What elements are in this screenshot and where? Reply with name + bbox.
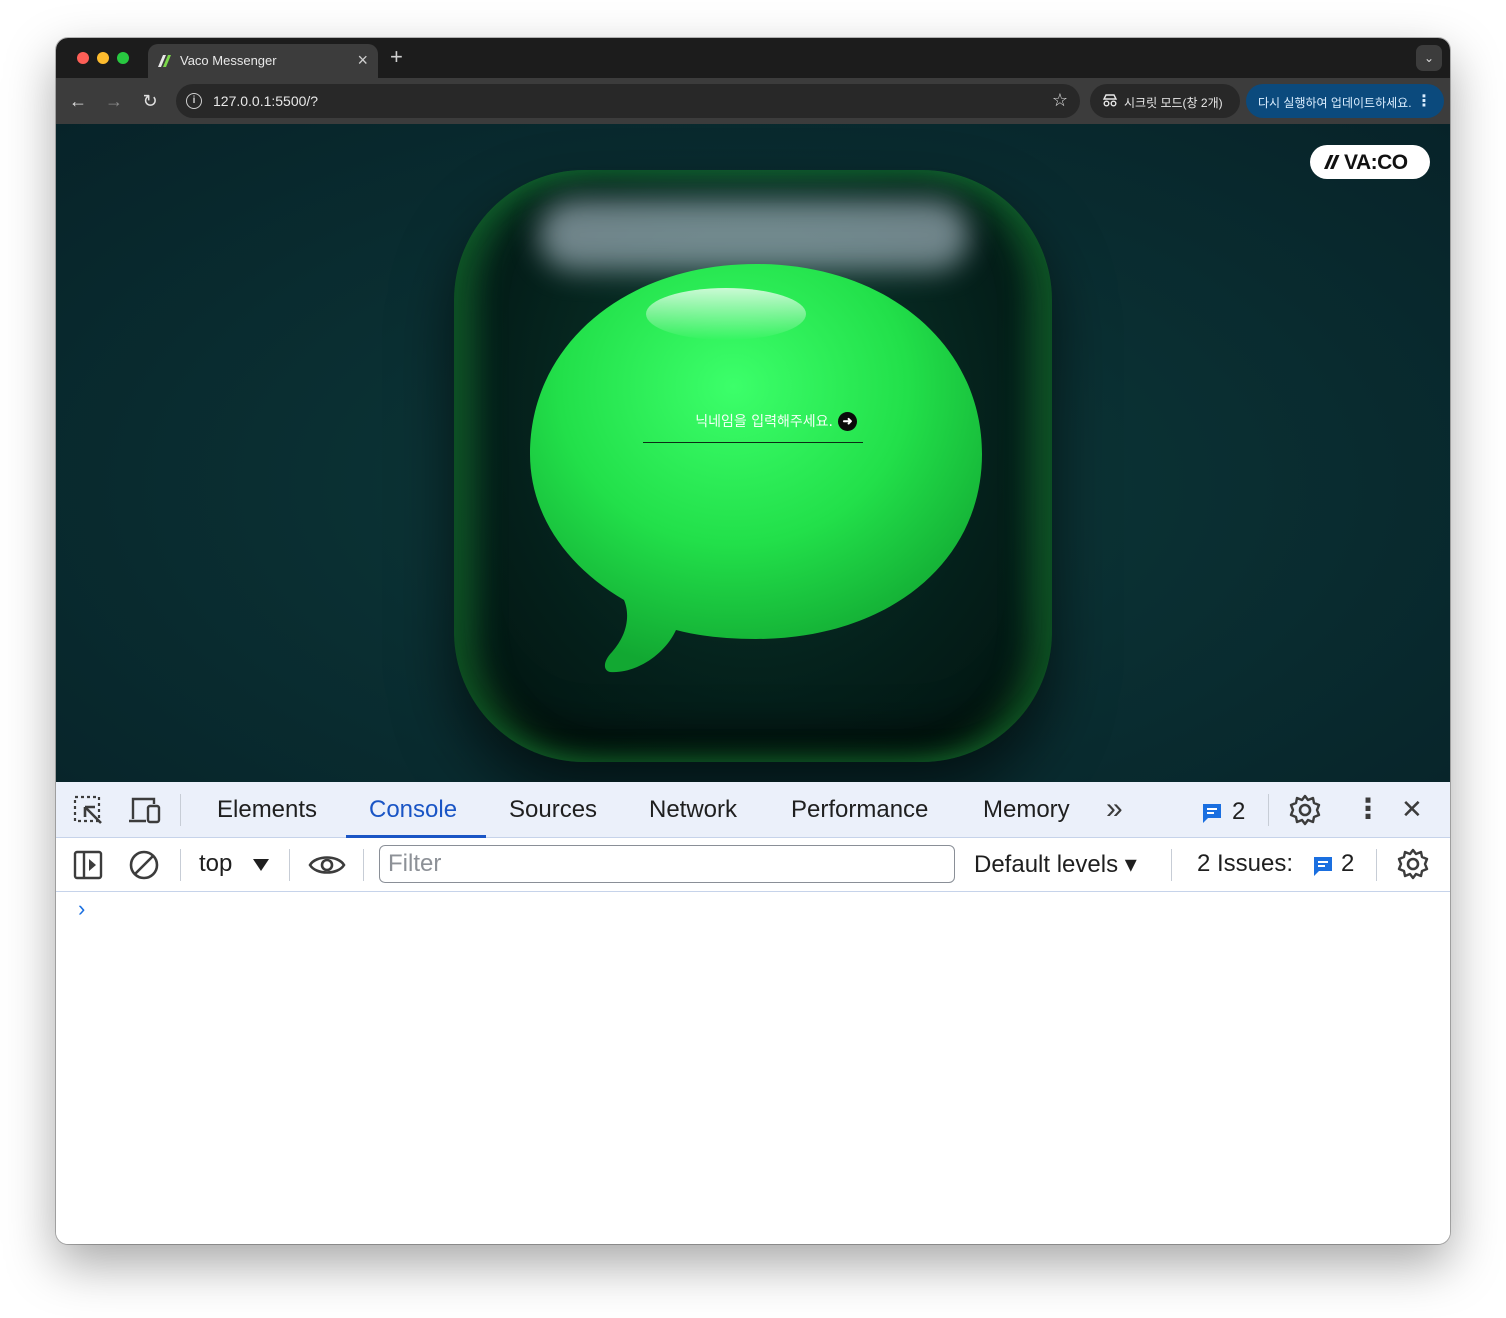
toolbar-divider (180, 849, 181, 881)
update-chrome-button[interactable]: 다시 실행하여 업데이트하세요. ⋮ (1246, 84, 1444, 118)
tab-title: Vaco Messenger (180, 53, 277, 68)
nickname-input[interactable] (643, 407, 833, 437)
maximize-window-button[interactable] (117, 52, 129, 64)
tab-console[interactable]: Console (369, 796, 457, 824)
address-bar[interactable]: i 127.0.0.1:5500/? ☆ (176, 84, 1080, 118)
device-toolbar-icon[interactable] (128, 795, 162, 825)
tab-sources[interactable]: Sources (509, 796, 597, 824)
tab-memory[interactable]: Memory (983, 796, 1070, 824)
tab-performance[interactable]: Performance (791, 796, 928, 824)
toolbar-divider (1171, 849, 1172, 881)
console-settings-gear-icon[interactable] (1397, 848, 1429, 880)
issues-count[interactable]: 2 (1341, 850, 1354, 878)
close-window-button[interactable] (77, 52, 89, 64)
console-filter-input[interactable] (379, 845, 955, 883)
browser-toolbar: ← → ↻ i 127.0.0.1:5500/? ☆ 시크릿 모드(창 2개) … (56, 78, 1450, 124)
more-tabs-icon[interactable]: » (1106, 792, 1123, 826)
browser-window: Vaco Messenger × + ⌄ ← → ↻ i 127.0.0.1:5… (56, 38, 1450, 1244)
toolbar-divider (363, 849, 364, 881)
chrome-menu-icon[interactable]: ⋮ (1416, 91, 1432, 111)
page-viewport: VA:CO ➜ (56, 124, 1450, 782)
live-expression-eye-icon[interactable] (308, 852, 346, 878)
bookmark-star-icon[interactable]: ☆ (1052, 90, 1068, 111)
sidebar-toggle-icon[interactable] (73, 850, 103, 880)
chat-bubble-icon (530, 264, 982, 673)
issues-label[interactable]: 2 Issues: (1197, 850, 1293, 878)
toolbar-divider (1376, 849, 1377, 881)
forward-button[interactable]: → (101, 88, 127, 114)
tab-elements[interactable]: Elements (217, 796, 317, 824)
incognito-label: 시크릿 모드(창 2개) (1124, 96, 1223, 110)
context-selector[interactable]: top (199, 850, 232, 878)
toolbar-divider (1268, 794, 1269, 826)
incognito-indicator[interactable]: 시크릿 모드(창 2개) (1090, 84, 1240, 118)
vaco-logo-mark-icon (1324, 155, 1340, 169)
new-tab-button[interactable]: + (390, 44, 403, 70)
tab-search-button[interactable]: ⌄ (1416, 45, 1442, 71)
clear-console-icon[interactable] (128, 849, 160, 881)
context-dropdown-icon[interactable] (252, 858, 270, 872)
log-levels-dropdown[interactable]: Default levels ▾ (974, 850, 1137, 879)
vaco-favicon-icon (158, 55, 171, 67)
inspect-element-icon[interactable] (73, 795, 103, 825)
devtools-menu-icon[interactable]: ⋮ (1354, 792, 1382, 825)
devtools-panel: Elements Console Sources Network Perform… (56, 782, 1450, 1244)
close-devtools-icon[interactable]: ✕ (1401, 794, 1423, 825)
tab-network[interactable]: Network (649, 796, 737, 824)
nickname-form: ➜ (643, 407, 863, 443)
messages-icon[interactable] (1201, 802, 1223, 824)
vaco-logo-text: VA:CO (1344, 151, 1408, 174)
update-label: 다시 실행하여 업데이트하세요. (1258, 96, 1412, 110)
minimize-window-button[interactable] (97, 52, 109, 64)
message-count[interactable]: 2 (1232, 798, 1245, 826)
reload-button[interactable]: ↻ (137, 88, 163, 114)
site-info-icon[interactable]: i (186, 93, 202, 109)
incognito-icon (1102, 94, 1118, 107)
url-text[interactable]: 127.0.0.1:5500/? (213, 93, 318, 109)
tab-vaco-messenger[interactable]: Vaco Messenger × (148, 44, 378, 78)
back-button[interactable]: ← (65, 88, 91, 114)
settings-gear-icon[interactable] (1289, 794, 1321, 826)
console-filter-bar: top Default levels ▾ 2 Issues: 2 (56, 838, 1450, 892)
toolbar-divider (289, 849, 290, 881)
issues-message-icon[interactable] (1312, 855, 1334, 877)
vaco-logo: VA:CO (1310, 145, 1430, 179)
devtools-tab-bar: Elements Console Sources Network Perform… (56, 782, 1450, 838)
submit-arrow-button[interactable]: ➜ (838, 412, 857, 431)
icon-glare (539, 200, 969, 270)
tab-close-icon[interactable]: × (357, 49, 368, 71)
tab-strip: Vaco Messenger × + ⌄ (56, 38, 1450, 78)
toolbar-divider (180, 794, 181, 826)
console-prompt-icon[interactable]: › (78, 896, 85, 922)
